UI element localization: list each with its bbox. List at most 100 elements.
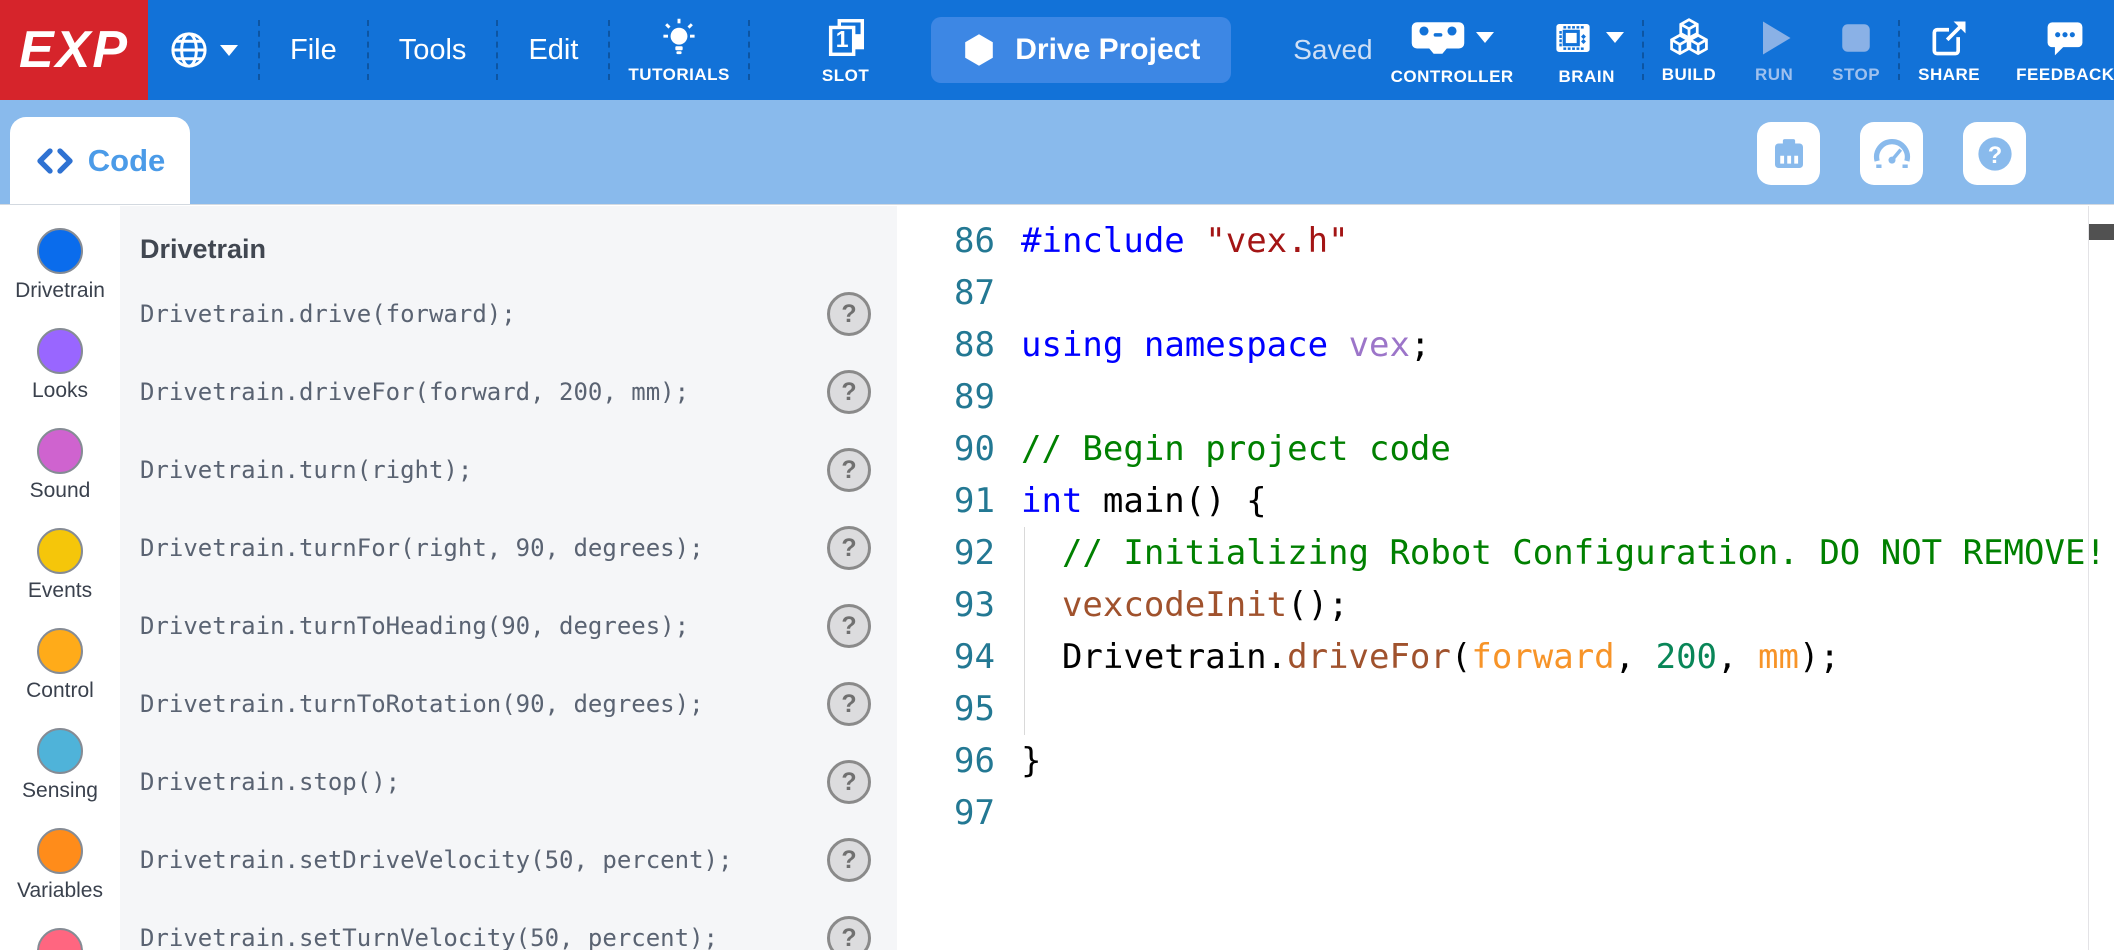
dashboard-button[interactable] <box>1860 122 1923 185</box>
command-row[interactable]: Drivetrain.setTurnVelocity(50, percent);… <box>120 899 897 950</box>
token-plain <box>1328 325 1348 365</box>
menu-edit[interactable]: Edit <box>498 0 608 100</box>
line-text: // Begin project code <box>1021 429 1451 469</box>
project-name-button[interactable]: Drive Project <box>931 17 1231 83</box>
command-row[interactable]: Drivetrain.drive(forward); ? <box>120 275 897 353</box>
command-text: Drivetrain.turnToHeading(90, degrees); <box>140 612 827 640</box>
command-row[interactable]: Drivetrain.setDriveVelocity(50, percent)… <box>120 821 897 899</box>
code-line: 89 <box>897 371 2114 423</box>
exp-logo-text: EXP <box>19 20 129 80</box>
controller-button[interactable]: CONTROLLER <box>1373 0 1532 100</box>
slot-icon: 1 <box>823 15 869 61</box>
globe-icon <box>168 29 210 71</box>
token-plain: ( <box>1451 637 1471 677</box>
category-label: Sensing <box>22 779 98 803</box>
command-help-button[interactable]: ? <box>827 760 871 804</box>
menu-tools[interactable]: Tools <box>369 0 497 100</box>
sidebar-item-drivetrain[interactable]: Drivetrain <box>0 228 120 328</box>
token-comment: // Initializing Robot Configuration. DO … <box>1021 533 2106 573</box>
command-help-button[interactable]: ? <box>827 604 871 648</box>
main-area: Drivetrain Looks Sound Events Control Se… <box>0 206 2114 950</box>
code-line: 91 int main() { <box>897 475 2114 527</box>
code-line: 95 <box>897 683 2114 735</box>
command-help-button[interactable]: ? <box>827 682 871 726</box>
category-circle <box>37 628 83 674</box>
command-help-button[interactable]: ? <box>827 838 871 882</box>
line-number: 87 <box>897 273 1021 313</box>
code-brackets-icon <box>35 146 75 176</box>
sidebar-item-variables[interactable]: Variables <box>0 828 120 928</box>
command-row[interactable]: Drivetrain.stop(); ? <box>120 743 897 821</box>
category-circle <box>37 928 83 950</box>
command-text: Drivetrain.turnToRotation(90, degrees); <box>140 690 827 718</box>
command-row[interactable]: Drivetrain.turnToHeading(90, degrees); ? <box>120 587 897 665</box>
sidebar-item-sound[interactable]: Sound <box>0 428 120 528</box>
sidebar-item-sensing[interactable]: Sensing <box>0 728 120 828</box>
code-line: 93 vexcodeInit(); <box>897 579 2114 631</box>
slot-selector[interactable]: 1 SLOT <box>804 0 887 100</box>
token-plain: , <box>1615 637 1656 677</box>
token-plain <box>1123 325 1143 365</box>
indent-guide <box>1024 527 1025 735</box>
category-circle <box>37 728 83 774</box>
workspace-header: Code <box>0 100 2114 205</box>
category-circle <box>37 228 83 274</box>
share-label: SHARE <box>1918 65 1980 85</box>
sidebar-item-more[interactable] <box>0 928 120 950</box>
menu-file[interactable]: File <box>260 0 367 100</box>
command-help-button[interactable]: ? <box>827 292 871 336</box>
build-button[interactable]: BUILD <box>1644 0 1734 100</box>
sidebar-item-control[interactable]: Control <box>0 628 120 728</box>
command-row[interactable]: Drivetrain.driveFor(forward, 200, mm); ? <box>120 353 897 431</box>
language-selector[interactable] <box>148 0 258 100</box>
token-kw: int <box>1021 481 1082 521</box>
run-button[interactable]: RUN <box>1734 0 1814 100</box>
line-text: Drivetrain.driveFor(forward, 200, mm); <box>1021 637 1840 677</box>
token-plain <box>1021 585 1062 625</box>
help-button[interactable]: ? <box>1963 122 2026 185</box>
command-text: Drivetrain.setDriveVelocity(50, percent)… <box>140 846 827 874</box>
command-help-button[interactable]: ? <box>827 916 871 950</box>
slot-number: 1 <box>835 26 848 52</box>
token-plain: Drivetrain. <box>1021 637 1287 677</box>
build-cubes-icon <box>1667 16 1711 60</box>
token-const: forward <box>1471 637 1614 677</box>
token-const: mm <box>1758 637 1799 677</box>
token-kw: namespace <box>1144 325 1328 365</box>
hexagon-icon <box>961 32 997 68</box>
line-number: 93 <box>897 585 1021 625</box>
build-label: BUILD <box>1662 65 1716 85</box>
category-circle <box>37 528 83 574</box>
command-row[interactable]: Drivetrain.turn(right); ? <box>120 431 897 509</box>
tab-code-label: Code <box>88 143 166 179</box>
code-line: 96 } <box>897 735 2114 787</box>
line-number: 97 <box>897 793 1021 833</box>
line-number: 90 <box>897 429 1021 469</box>
tutorials-label: TUTORIALS <box>628 65 729 85</box>
brain-icon <box>1550 17 1596 59</box>
command-list: Drivetrain.drive(forward); ? Drivetrain.… <box>120 275 897 950</box>
category-sidebar: Drivetrain Looks Sound Events Control Se… <box>0 206 120 950</box>
scrollbar-thumb[interactable] <box>2089 224 2114 240</box>
sidebar-item-events[interactable]: Events <box>0 528 120 628</box>
sidebar-item-looks[interactable]: Looks <box>0 328 120 428</box>
command-palette: Drivetrain Drivetrain.drive(forward); ? … <box>120 206 897 950</box>
feedback-button[interactable]: FEEDBACK <box>1998 0 2114 100</box>
category-label: Variables <box>17 879 103 903</box>
command-help-button[interactable]: ? <box>827 370 871 414</box>
command-row[interactable]: Drivetrain.turnToRotation(90, degrees); … <box>120 665 897 743</box>
code-editor[interactable]: 86 #include "vex.h" 87 88 using namespac… <box>897 206 2114 950</box>
tab-code[interactable]: Code <box>10 117 190 204</box>
tutorials-button[interactable]: TUTORIALS <box>610 0 747 100</box>
lightbulb-icon <box>657 16 701 60</box>
command-row[interactable]: Drivetrain.turnFor(right, 90, degrees); … <box>120 509 897 587</box>
stop-button[interactable]: STOP <box>1814 0 1898 100</box>
chevron-down-icon <box>220 45 238 56</box>
device-info-button[interactable] <box>1757 122 1820 185</box>
command-text: Drivetrain.drive(forward); <box>140 300 827 328</box>
command-help-button[interactable]: ? <box>827 526 871 570</box>
share-button[interactable]: SHARE <box>1900 0 1998 100</box>
command-help-button[interactable]: ? <box>827 448 871 492</box>
brain-button[interactable]: BRAIN <box>1532 0 1642 100</box>
controller-label: CONTROLLER <box>1391 67 1514 87</box>
